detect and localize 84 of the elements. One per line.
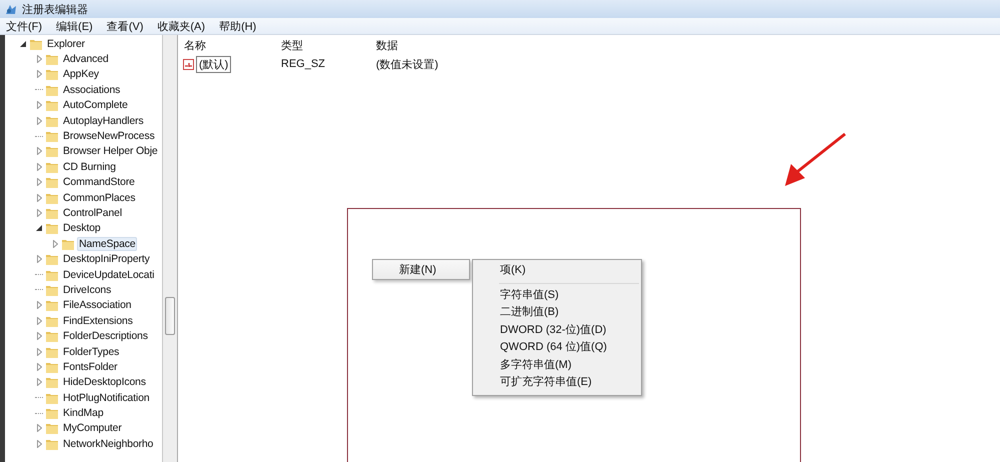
- folder-icon: [45, 406, 59, 420]
- tree-item[interactable]: KindMap: [61, 406, 106, 420]
- folder-icon: [45, 52, 59, 66]
- tree-item[interactable]: FolderDescriptions: [61, 329, 150, 344]
- menu-item[interactable]: 多字符串值(M): [473, 356, 641, 374]
- scrollbar[interactable]: [163, 35, 178, 462]
- expand-icon[interactable]: [36, 162, 42, 171]
- folder-icon: [45, 421, 59, 436]
- collapse-icon[interactable]: [20, 40, 26, 47]
- menu-item[interactable]: 可扩充字符串值(E): [473, 374, 641, 392]
- expand-icon[interactable]: [36, 332, 42, 340]
- tree-item[interactable]: Desktop: [61, 221, 102, 236]
- tree-item[interactable]: FileAssociation: [61, 298, 134, 312]
- tree-item[interactable]: FindExtensions: [61, 314, 135, 328]
- menu-item[interactable]: 帮助(H): [219, 18, 256, 34]
- folder-icon: [45, 298, 59, 312]
- tree-item[interactable]: CommonPlaces: [61, 190, 138, 205]
- expand-icon[interactable]: [36, 208, 42, 217]
- expand-icon[interactable]: [36, 55, 42, 64]
- tree-item[interactable]: HotPlugNotification: [61, 390, 152, 405]
- expand-icon[interactable]: [36, 301, 42, 310]
- menu-item[interactable]: 编辑(E): [56, 18, 93, 34]
- tree-item[interactable]: AutoComplete: [61, 98, 130, 112]
- expand-icon[interactable]: [36, 440, 42, 448]
- expand-icon[interactable]: [36, 424, 42, 432]
- folder-icon: [45, 221, 59, 236]
- folder-icon: [45, 67, 59, 82]
- menu-item[interactable]: DWORD (32-位)值(D): [473, 322, 641, 339]
- menu-item[interactable]: QWORD (64 位)值(Q): [473, 339, 641, 356]
- menu-item[interactable]: 查看(V): [106, 18, 144, 34]
- tree-item[interactable]: AppKey: [61, 67, 101, 82]
- tree-item[interactable]: FolderTypes: [61, 344, 122, 358]
- scroll-thumb[interactable]: [165, 297, 175, 335]
- folder-icon: [45, 129, 59, 144]
- expand-icon[interactable]: [36, 70, 42, 78]
- value-name[interactable]: (默认): [196, 56, 232, 72]
- tree-item[interactable]: Explorer: [45, 36, 87, 51]
- expand-icon[interactable]: [36, 362, 42, 371]
- expand-icon[interactable]: [52, 240, 58, 248]
- tree-item[interactable]: Advanced: [61, 52, 111, 66]
- window-title: 注册表编辑器: [22, 2, 88, 16]
- folder-icon: [45, 375, 59, 390]
- folder-icon: [45, 252, 59, 266]
- tree-item[interactable]: CommandStore: [61, 175, 137, 190]
- expand-icon[interactable]: [36, 147, 42, 156]
- value-data: (数值未设置): [376, 58, 438, 72]
- tree-item[interactable]: DeviceUpdateLocati: [61, 268, 156, 282]
- menu-item[interactable]: 收藏夹(A): [157, 18, 206, 34]
- expand-icon[interactable]: [36, 348, 42, 356]
- tree-item[interactable]: DesktopIniProperty: [61, 252, 152, 266]
- tree-item[interactable]: CD Burning: [61, 160, 118, 174]
- expand-icon[interactable]: [36, 101, 42, 110]
- tree-item[interactable]: DriveIcons: [61, 282, 114, 297]
- column-header[interactable]: 类型: [281, 40, 303, 52]
- expand-icon[interactable]: [36, 178, 42, 186]
- expand-icon[interactable]: [36, 116, 42, 125]
- pointer-arrow: [785, 132, 846, 186]
- folder-icon: [45, 98, 59, 112]
- menu-item[interactable]: 二进制值(B): [473, 304, 641, 322]
- collapse-icon[interactable]: [36, 225, 42, 232]
- column-header[interactable]: 数据: [376, 40, 398, 52]
- expand-icon[interactable]: [36, 194, 42, 202]
- tree-item[interactable]: ControlPanel: [61, 206, 124, 220]
- expand-icon[interactable]: [36, 378, 42, 386]
- expand-icon[interactable]: [36, 316, 42, 325]
- tree-item[interactable]: HideDesktopIcons: [61, 375, 148, 390]
- menu-item[interactable]: 文件(F): [6, 18, 42, 34]
- tree-item[interactable]: BrowseNewProcess: [61, 129, 157, 144]
- value-type: REG_SZ: [281, 58, 326, 70]
- tree-item[interactable]: NetworkNeighborho: [61, 436, 156, 451]
- tree-item[interactable]: MyComputer: [61, 421, 124, 436]
- folder-icon: [45, 329, 59, 344]
- tree-item[interactable]: Browser Helper Obje: [61, 144, 160, 158]
- tree-item[interactable]: Associations: [61, 82, 122, 97]
- column-header[interactable]: 名称: [184, 40, 206, 52]
- folder-icon: [45, 175, 59, 190]
- menu-item[interactable]: 字符串值(S): [473, 286, 641, 304]
- string-value-icon: [183, 58, 194, 70]
- expand-icon[interactable]: [36, 255, 42, 264]
- folder-icon: [45, 144, 59, 158]
- menu-item[interactable]: 项(K): [473, 262, 641, 280]
- tree-item[interactable]: FontsFolder: [61, 360, 120, 374]
- tree-item[interactable]: AutoplayHandlers: [61, 114, 146, 128]
- tree-item[interactable]: NameSpace: [77, 236, 138, 251]
